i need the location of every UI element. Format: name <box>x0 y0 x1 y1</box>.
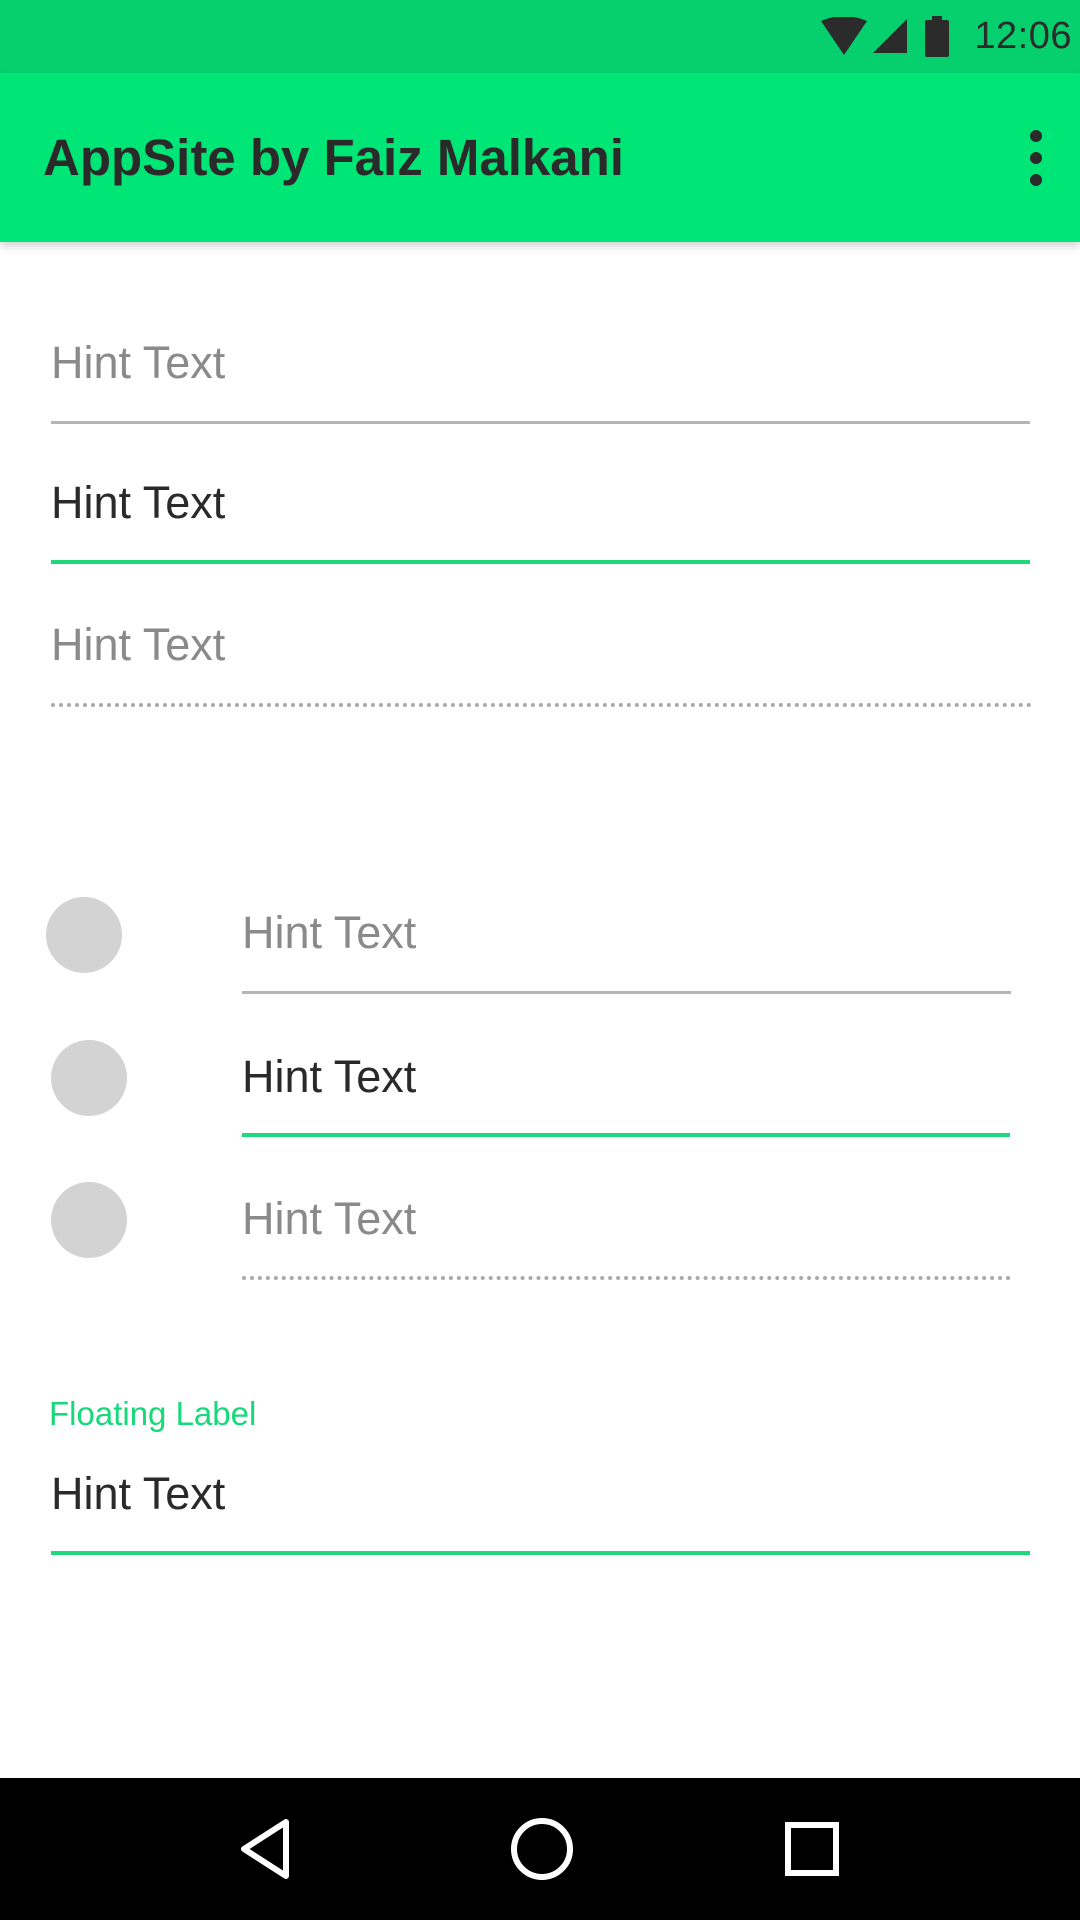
status-time: 12:06 <box>974 15 1072 57</box>
field-hint-text: Hint Text <box>51 337 226 388</box>
navigation-bar <box>0 1778 1080 1920</box>
field-value-text: Hint Text <box>51 477 226 528</box>
app-bar: AppSite by Faiz Malkani <box>0 73 1080 242</box>
field-underline-active <box>51 1551 1030 1555</box>
field-hint-text: Hint Text <box>51 619 226 670</box>
status-bar: 12:06 <box>0 0 1080 73</box>
field-underline-active <box>242 1133 1010 1137</box>
field-underline-active <box>51 560 1030 564</box>
app-title: AppSite by Faiz Malkani <box>43 129 624 186</box>
text-field-disabled: Hint Text <box>51 618 1032 710</box>
field-underline-dotted <box>242 1276 1011 1280</box>
field-value-text: Hint Text <box>242 1051 417 1102</box>
recents-icon <box>785 1822 839 1876</box>
battery-icon <box>925 15 950 57</box>
status-icons: 12:06 <box>820 0 1080 73</box>
text-field-focused[interactable]: Hint Text <box>51 474 1030 566</box>
home-icon <box>511 1818 573 1880</box>
wifi-icon <box>821 16 868 55</box>
avatar <box>51 1040 127 1116</box>
field-underline <box>242 991 1011 994</box>
text-field-hint[interactable]: Hint Text <box>242 906 1011 996</box>
home-button[interactable] <box>482 1778 602 1920</box>
field-value-text: Hint Text <box>51 1468 226 1519</box>
text-field-hint[interactable]: Hint Text <box>51 335 1030 425</box>
text-field-floating-label[interactable]: Hint Text <box>51 1468 1030 1560</box>
cell-signal-icon <box>873 18 908 53</box>
avatar <box>46 897 122 973</box>
back-icon <box>241 1819 289 1879</box>
recents-button[interactable] <box>752 1778 872 1920</box>
field-underline-dotted <box>51 703 1032 707</box>
field-underline <box>51 421 1030 424</box>
floating-label: Floating Label <box>49 1395 257 1432</box>
text-field-disabled: Hint Text <box>242 1194 1011 1286</box>
avatar <box>51 1182 127 1258</box>
more-vert-icon[interactable] <box>1016 130 1056 186</box>
field-hint-text: Hint Text <box>242 907 417 958</box>
back-button[interactable] <box>206 1778 326 1920</box>
text-field-focused[interactable]: Hint Text <box>242 1050 1010 1142</box>
field-hint-text: Hint Text <box>242 1193 417 1244</box>
